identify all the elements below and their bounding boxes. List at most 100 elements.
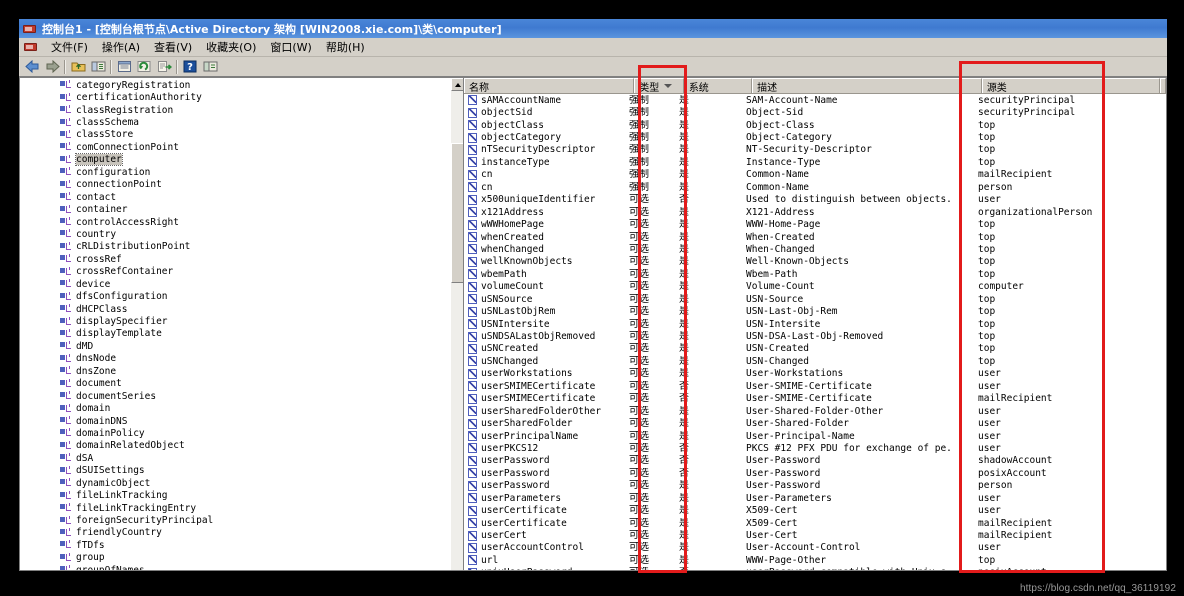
tree-item[interactable]: dynamicObject [20,477,450,489]
table-row[interactable]: uSNChanged 可选 是 USN-Changed top [464,355,1166,367]
table-row[interactable]: whenChanged 可选 是 When-Changed top [464,243,1166,255]
tree-item[interactable]: classStore [20,129,450,141]
tree-item[interactable]: configuration [20,166,450,178]
refresh-button[interactable] [134,58,154,76]
table-row[interactable]: wWWHomePage 可选 是 WWW-Home-Page top [464,218,1166,230]
tree-item[interactable]: fileLinkTrackingEntry [20,502,450,514]
tree-item[interactable]: fileLinkTracking [20,489,450,501]
tree-item[interactable]: classSchema [20,116,450,128]
table-row[interactable]: userSharedFolderOther 可选 是 User-Shared-Fold… [464,405,1166,417]
tree-item[interactable]: crossRefContainer [20,266,450,278]
table-row[interactable]: cn 强制 是 Common-Name mailRecipient [464,169,1166,181]
tree-item[interactable]: dSUISettings [20,465,450,477]
tree-item[interactable]: classRegistration [20,104,450,116]
table-row[interactable]: userWorkstations 可选 是 User-Workstations user [464,368,1166,380]
tree-item[interactable]: container [20,203,450,215]
tree-item[interactable]: categoryRegistration [20,79,450,91]
table-row[interactable]: objectCategory 强制 是 Object-Category top [464,131,1166,143]
table-row[interactable]: userAccountControl 可选 是 User-Account-Contro… [464,542,1166,554]
tree-item[interactable]: device [20,278,450,290]
up-one-level-button[interactable] [68,58,88,76]
tree-item[interactable]: friendlyCountry [20,527,450,539]
tree-item[interactable]: group [20,552,450,564]
table-row[interactable]: wellKnownObjects 可选 是 Well-Known-Objects top [464,256,1166,268]
menu-favorites[interactable]: 收藏夹(O) [199,38,263,57]
tree-item[interactable]: connectionPoint [20,179,450,191]
tree-item[interactable]: computer [20,153,450,167]
menu-action[interactable]: 操作(A) [95,38,147,57]
table-row[interactable]: userPassword 可选 否 User-Password shadowAccoun… [464,455,1166,467]
table-row[interactable]: uSNSource 可选 是 USN-Source top [464,293,1166,305]
back-button[interactable] [22,58,42,76]
table-row[interactable]: unixUserPassword 可选否userPassword compatib… [464,567,1166,570]
tree-item[interactable]: domainPolicy [20,427,450,439]
attribute-rows[interactable]: sAMAccountName 强制是 SAM-Account-Name securit… [464,94,1166,570]
tree-item[interactable]: displayTemplate [20,328,450,340]
tree-item[interactable]: dnsZone [20,365,450,377]
help-button[interactable]: ? [180,58,200,76]
menu-file[interactable]: 文件(F) [44,38,95,57]
table-row[interactable]: USNIntersite 可选 是 USN-Intersite top [464,318,1166,330]
table-row[interactable]: userCertificate 可选 是 X509-Cert user [464,504,1166,516]
tree-item[interactable]: certificationAuthority [20,91,450,103]
tree-item[interactable]: crossRef [20,253,450,265]
tree-vertical-scrollbar[interactable] [450,78,463,570]
forward-button[interactable] [42,58,62,76]
table-row[interactable]: uSNLastObjRem 可选 是 USN-Last-Obj-Rem top [464,305,1166,317]
table-row[interactable]: x121Address 可选 是 X121-Address organizational… [464,206,1166,218]
tree-item[interactable]: dSA [20,452,450,464]
menu-window[interactable]: 窗口(W) [263,38,318,57]
tree-item[interactable]: fTDfs [20,539,450,551]
tree-item[interactable]: dMD [20,340,450,352]
table-row[interactable]: volumeCount 可选 是 Volume-Count computer [464,281,1166,293]
table-row[interactable]: objectClass 强制 是 Object-Class top [464,119,1166,131]
tree-item[interactable]: documentSeries [20,390,450,402]
tree-item[interactable]: controlAccessRight [20,216,450,228]
column-header-name[interactable]: 名称 [464,78,635,93]
table-row[interactable]: sAMAccountName 强制 是 SAM-Account-Name securit… [464,94,1166,106]
tree-item[interactable]: domainRelatedObject [20,440,450,452]
table-row[interactable]: userCert 可选 是 User-Cert mailRecipient [464,529,1166,541]
tree-item[interactable]: domainDNS [20,415,450,427]
scroll-up-button[interactable] [451,78,463,91]
table-row[interactable]: userPassword 可选 是 User-Password person [464,480,1166,492]
reload-schema-button[interactable] [200,58,220,76]
table-row[interactable]: userPKCS12 可选 否 PKCS #12 PFX PDU for exchan… [464,442,1166,454]
table-row[interactable]: instanceType 强制 是 Instance-Type top [464,156,1166,168]
table-row[interactable]: url 可选 是 WWW-Page-Other top [464,554,1166,566]
table-row[interactable]: userSharedFolder 可选 是 User-Shared-Folder use… [464,417,1166,429]
table-row[interactable]: userPrincipalName 可选 是 User-Principal-Name u… [464,430,1166,442]
menu-view[interactable]: 查看(V) [147,38,199,57]
table-row[interactable]: userCertificate 可选 是 X509-Cert mailRecipient [464,517,1166,529]
table-row[interactable]: whenCreated 可选 是 When-Created top [464,231,1166,243]
table-row[interactable]: wbemPath 可选 是 Wbem-Path top [464,268,1166,280]
table-row[interactable]: userSMIMECertificate 可选 否 User-SMIME-Certif… [464,393,1166,405]
column-header-source-class[interactable]: 源类 [981,78,1160,93]
table-row[interactable]: cn 强制 是 Common-Name person [464,181,1166,193]
table-row[interactable]: uSNDSALastObjRemoved 可选 是 USN-DSA-Last-Obj-… [464,330,1166,342]
table-row[interactable]: nTSecurityDescriptor 强制 是 NT-Security-Descr… [464,144,1166,156]
tree-item[interactable]: document [20,378,450,390]
properties-button[interactable] [114,58,134,76]
table-row[interactable]: userSMIMECertificate 可选 否 User-SMIME-Certif… [464,380,1166,392]
tree-item[interactable]: groupOfNames [20,564,450,570]
column-header-type[interactable]: 类型 [634,78,684,93]
table-row[interactable]: x500uniqueIdentifier 可选 否 Used to distingui… [464,194,1166,206]
tree-item[interactable]: cRLDistributionPoint [20,241,450,253]
tree-item[interactable]: dnsNode [20,353,450,365]
show-hide-tree-button[interactable] [88,58,108,76]
tree-item[interactable]: foreignSecurityPrincipal [20,514,450,526]
tree-item[interactable]: displaySpecifier [20,315,450,327]
column-header-system[interactable]: 系统 [683,78,753,93]
tree-item[interactable]: country [20,228,450,240]
tree-item[interactable]: dHCPClass [20,303,450,315]
menu-help[interactable]: 帮助(H) [319,38,372,57]
export-list-button[interactable] [154,58,174,76]
table-row[interactable]: userPassword 可选 否 User-Password posixAccount [464,467,1166,479]
table-row[interactable]: objectSid 强制 是 Object-Sid securityPrincipal [464,106,1166,118]
tree-item[interactable]: dfsConfiguration [20,290,450,302]
table-row[interactable]: userParameters 可选 是 User-Parameters user [464,492,1166,504]
tree-item[interactable]: domain [20,402,450,414]
scroll-thumb[interactable] [451,143,463,283]
tree-item[interactable]: comConnectionPoint [20,141,450,153]
